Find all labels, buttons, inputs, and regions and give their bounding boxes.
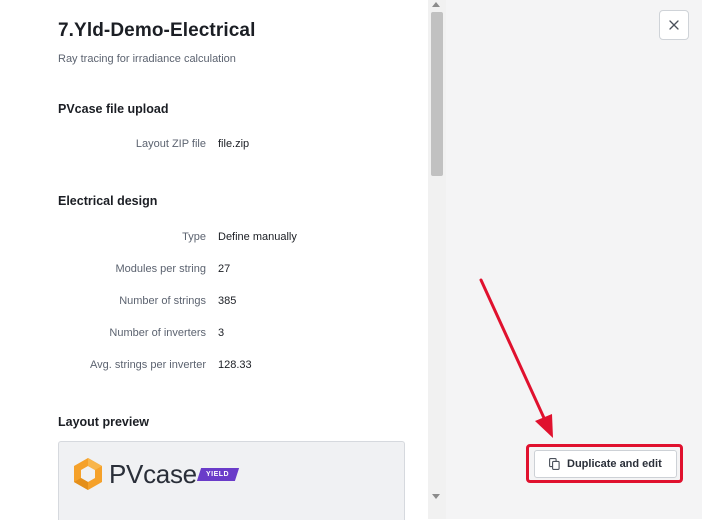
- field-value-avg-strings-per-inverter: 128.33: [218, 359, 252, 371]
- vertical-scrollbar[interactable]: [428, 0, 446, 519]
- field-value-layout-zip: file.zip: [218, 138, 250, 150]
- field-label-avg-strings-per-inverter: Avg. strings per inverter: [90, 359, 206, 371]
- page-title: 7.Yld-Demo-Electrical: [58, 20, 256, 41]
- logo-wordmark: PVcase: [109, 458, 197, 489]
- logo-badge: YIELD: [196, 467, 240, 481]
- field-value-type: Define manually: [218, 231, 297, 243]
- pvcase-logo-icon: [74, 458, 102, 490]
- scrollbar-thumb[interactable]: [431, 12, 443, 176]
- scroll-down-arrow-icon[interactable]: [432, 494, 440, 499]
- section-heading-electrical: Electrical design: [58, 194, 158, 208]
- field-value-number-of-strings: 385: [218, 295, 237, 307]
- duplicate-and-edit-label: Duplicate and edit: [567, 458, 662, 470]
- field-label-type: Type: [182, 231, 206, 243]
- side-area: [446, 0, 702, 519]
- field-value-modules-per-string: 27: [218, 263, 231, 275]
- duplicate-and-edit-button[interactable]: Duplicate and edit: [534, 450, 677, 478]
- close-icon: [669, 20, 679, 30]
- field-label-number-of-inverters: Number of inverters: [109, 327, 206, 339]
- field-label-modules-per-string: Modules per string: [115, 263, 207, 275]
- field-label-number-of-strings: Number of strings: [119, 295, 206, 307]
- section-heading-upload: PVcase file upload: [58, 102, 169, 116]
- scroll-up-arrow-icon[interactable]: [432, 2, 440, 7]
- section-heading-layout-preview: Layout preview: [58, 415, 149, 429]
- details-panel: 7.Yld-Demo-Electrical Ray tracing for ir…: [0, 0, 428, 520]
- field-value-number-of-inverters: 3: [218, 327, 225, 339]
- field-label-layout-zip: Layout ZIP file: [135, 138, 206, 150]
- copy-icon: [549, 458, 560, 470]
- page-subtitle: Ray tracing for irradiance calculation: [58, 53, 236, 65]
- close-button[interactable]: [659, 10, 689, 40]
- pvcase-logo: PVcase YIELD: [71, 457, 240, 491]
- layout-preview-image: PVcase YIELD: [58, 441, 405, 520]
